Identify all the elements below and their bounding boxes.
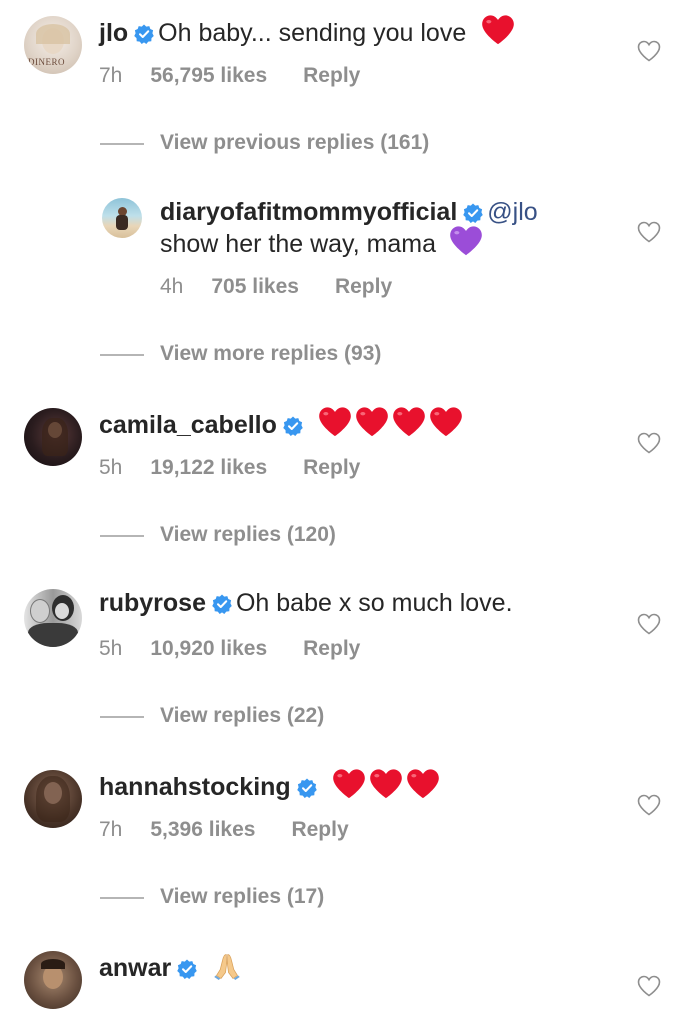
avatar-text: DINERO bbox=[28, 57, 65, 67]
likes-count[interactable]: 19,122 likes bbox=[150, 456, 267, 479]
like-heart-icon[interactable] bbox=[637, 432, 661, 454]
red-heart-icon bbox=[392, 407, 426, 437]
red-heart-icon bbox=[429, 407, 463, 437]
comment-body: hannahstocking bbox=[99, 769, 443, 803]
reply-button[interactable]: Reply bbox=[303, 637, 360, 660]
reply-button[interactable]: Reply bbox=[303, 456, 360, 479]
red-heart-icon bbox=[318, 407, 352, 437]
comment-meta: 5h 10,920 likes Reply bbox=[99, 637, 360, 661]
comment-meta: 7h 56,795 likes Reply bbox=[99, 64, 360, 88]
comment-body: rubyrose Oh babe x so much love. bbox=[99, 588, 513, 619]
comment-meta: 5h 19,122 likes Reply bbox=[99, 456, 360, 480]
red-heart-icon bbox=[355, 407, 389, 437]
avatar[interactable] bbox=[24, 951, 82, 1009]
comment-meta: 4h 705 likes Reply bbox=[160, 275, 392, 299]
view-replies-label[interactable]: View previous replies (161) bbox=[160, 131, 429, 155]
avatar[interactable] bbox=[102, 198, 142, 238]
like-heart-icon[interactable] bbox=[637, 794, 661, 816]
reply-button[interactable]: Reply bbox=[303, 64, 360, 87]
view-replies-label[interactable]: View replies (120) bbox=[160, 523, 336, 547]
like-heart-icon[interactable] bbox=[637, 613, 661, 635]
reply-line-2: show her the way, mama bbox=[160, 226, 486, 260]
username[interactable]: anwar bbox=[99, 954, 171, 982]
comment-time: 4h bbox=[160, 275, 184, 298]
username[interactable]: rubyrose bbox=[99, 589, 206, 617]
likes-count[interactable]: 5,396 likes bbox=[150, 818, 255, 841]
verified-badge-icon bbox=[283, 416, 303, 436]
likes-count[interactable]: 10,920 likes bbox=[150, 637, 267, 660]
comment-text: show her the way, mama bbox=[160, 230, 437, 258]
like-heart-icon[interactable] bbox=[637, 975, 661, 997]
reply-button[interactable]: Reply bbox=[335, 275, 392, 298]
divider-line bbox=[100, 354, 144, 356]
verified-badge-icon bbox=[297, 778, 317, 798]
mention-link[interactable]: @jlo bbox=[487, 198, 537, 226]
comment-time: 5h bbox=[99, 456, 123, 479]
comment-text: Oh babe x so much love. bbox=[235, 589, 513, 617]
view-replies-label[interactable]: View replies (22) bbox=[160, 704, 324, 728]
like-heart-icon[interactable] bbox=[637, 221, 661, 243]
verified-badge-icon bbox=[134, 24, 154, 44]
view-replies-label[interactable]: View replies (17) bbox=[160, 885, 324, 909]
avatar[interactable] bbox=[24, 408, 82, 466]
divider-line bbox=[100, 143, 144, 145]
avatar[interactable]: DINERO bbox=[24, 16, 82, 74]
username[interactable]: camila_cabello bbox=[99, 411, 277, 439]
likes-count[interactable]: 705 likes bbox=[211, 275, 299, 298]
avatar[interactable] bbox=[24, 770, 82, 828]
comment-time: 7h bbox=[99, 818, 123, 841]
comment-body: jlo Oh baby... sending you love bbox=[99, 15, 518, 49]
verified-badge-icon bbox=[177, 959, 197, 979]
folded-hands-icon bbox=[212, 950, 242, 980]
comment-text: Oh baby... sending you love bbox=[158, 19, 467, 47]
avatar[interactable] bbox=[24, 589, 82, 647]
reply-button[interactable]: Reply bbox=[291, 818, 348, 841]
verified-badge-icon bbox=[212, 594, 232, 614]
divider-line bbox=[100, 535, 144, 537]
divider-line bbox=[100, 897, 144, 899]
comment-body: anwar bbox=[99, 950, 245, 984]
comment-time: 7h bbox=[99, 64, 123, 87]
like-heart-icon[interactable] bbox=[637, 40, 661, 62]
username[interactable]: diaryofafitmommyofficial bbox=[160, 198, 457, 226]
comment-meta: 7h 5,396 likes Reply bbox=[99, 818, 349, 842]
verified-badge-icon bbox=[463, 203, 483, 223]
red-heart-icon bbox=[406, 769, 440, 799]
purple-heart-icon bbox=[449, 226, 483, 256]
view-replies-label[interactable]: View more replies (93) bbox=[160, 342, 381, 366]
red-heart-icon bbox=[369, 769, 403, 799]
username[interactable]: jlo bbox=[99, 19, 128, 47]
red-heart-icon bbox=[481, 15, 515, 45]
reply-line-1: diaryofafitmommyofficial @jlo bbox=[160, 197, 538, 228]
red-heart-icon bbox=[332, 769, 366, 799]
comment-body: camila_cabello bbox=[99, 407, 466, 441]
username[interactable]: hannahstocking bbox=[99, 773, 291, 801]
likes-count[interactable]: 56,795 likes bbox=[150, 64, 267, 87]
divider-line bbox=[100, 716, 144, 718]
comment-time: 5h bbox=[99, 637, 123, 660]
